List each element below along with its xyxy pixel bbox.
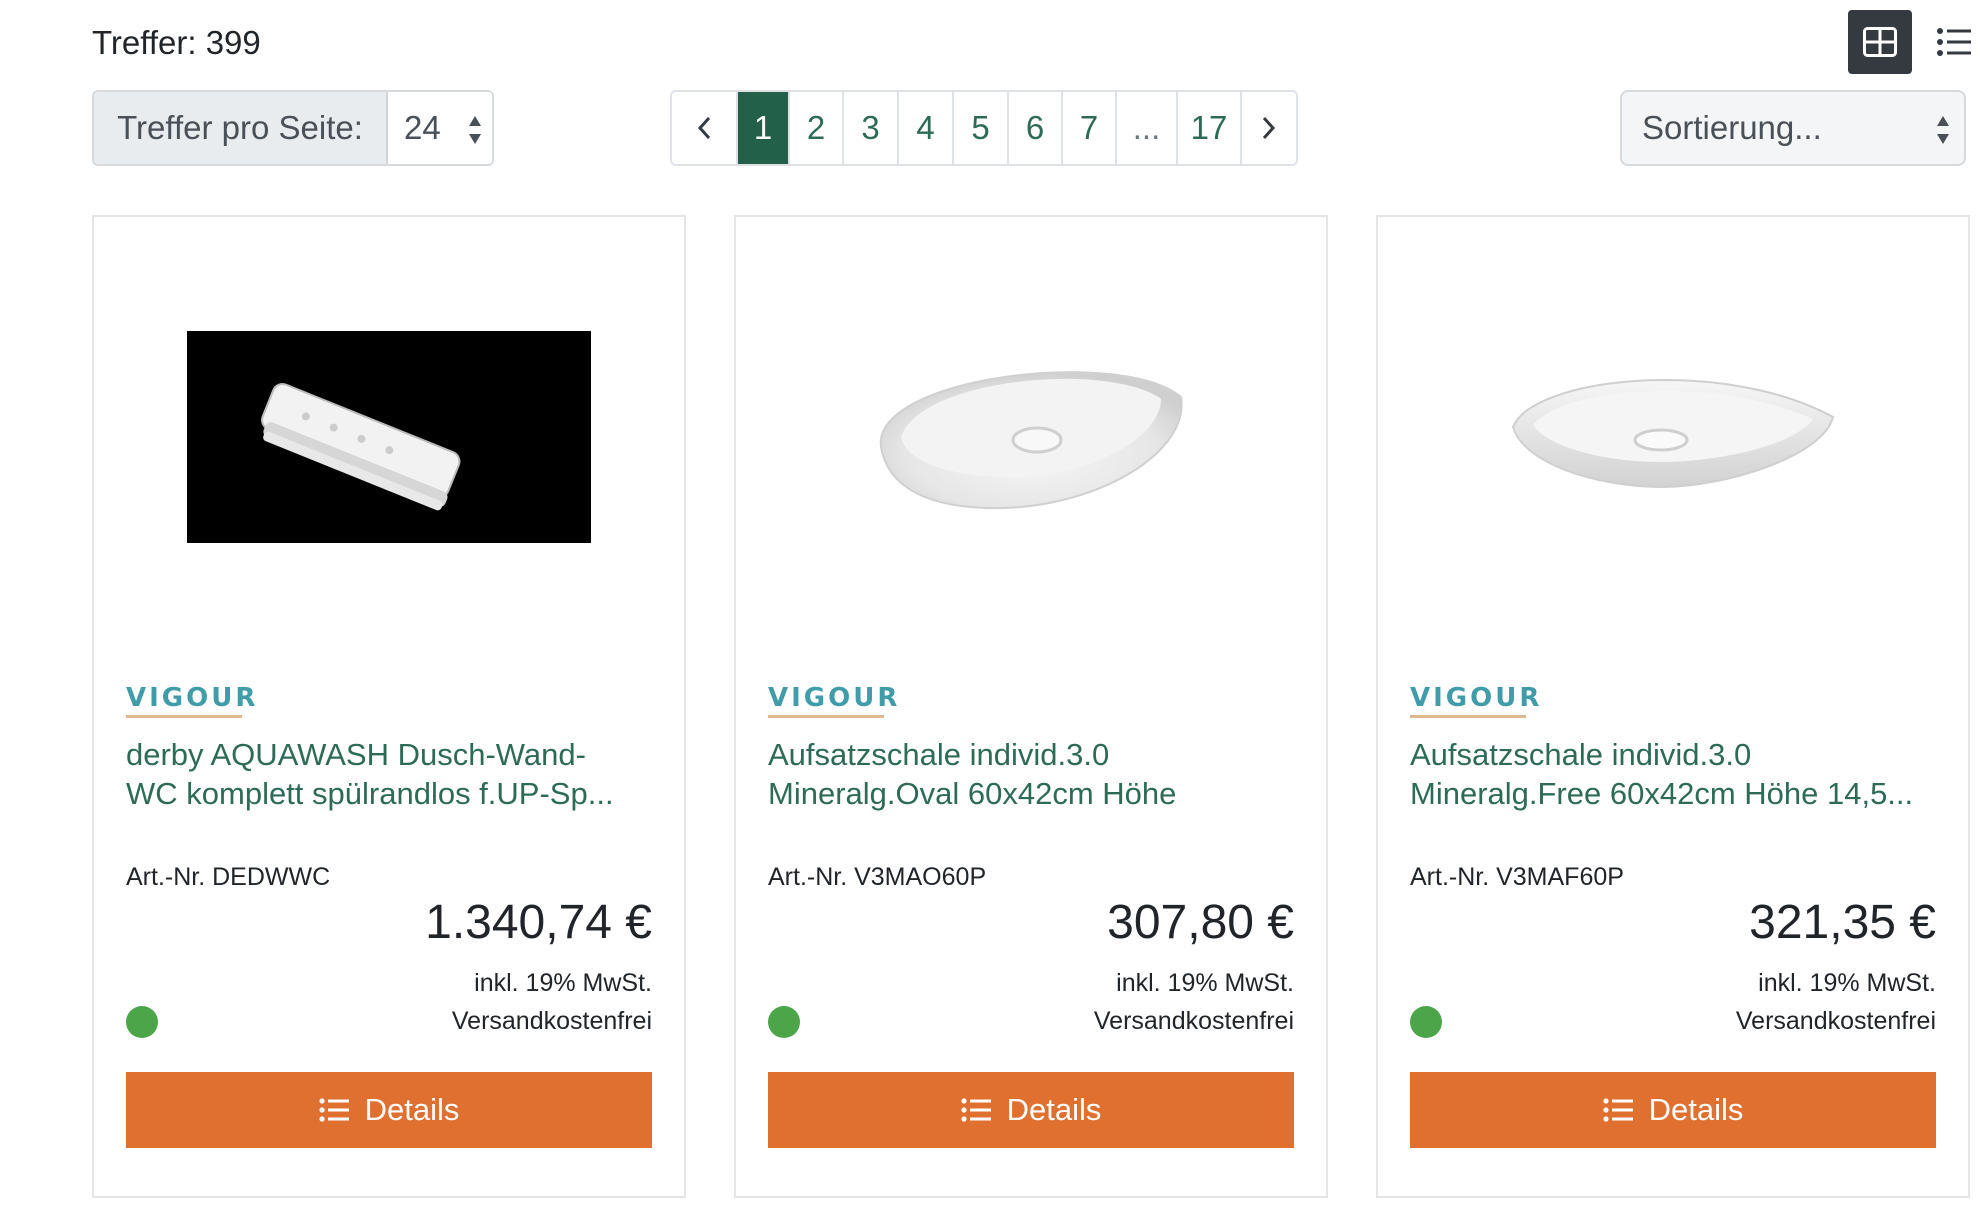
product-image[interactable] [94, 217, 684, 657]
select-arrows-icon [469, 116, 481, 144]
list-icon [961, 1098, 991, 1122]
product-price: 1.340,74 € [425, 896, 652, 949]
details-button[interactable]: Details [126, 1072, 652, 1148]
brand-tagline-line [126, 715, 242, 718]
chevron-left-icon [697, 116, 711, 140]
grid-view-button[interactable] [1848, 10, 1912, 74]
pagination-prev-button[interactable] [672, 92, 738, 164]
page-3[interactable]: 3 [844, 92, 899, 164]
shipping-note: Versandkostenfrei [451, 1007, 652, 1035]
product-price: 307,80 € [1107, 896, 1294, 949]
page-17[interactable]: 17 [1178, 92, 1242, 164]
view-toggle [1848, 10, 1986, 74]
per-page-control: Treffer pro Seite: 24 [92, 90, 494, 166]
product-sku: Art.-Nr. DEDWWC [126, 863, 331, 891]
product-title-line: Aufsatzschale individ.3.0 [1410, 737, 1752, 772]
page-5[interactable]: 5 [954, 92, 1009, 164]
product-listing-page: Treffer: 399 Treffer pro Seite: 24 1 2 3… [0, 0, 1986, 1208]
brand-tagline-line [768, 715, 884, 718]
in-stock-indicator [768, 1006, 800, 1038]
product-card[interactable]: VIGOUR Aufsatzschale individ.3.0 Mineral… [1376, 215, 1970, 1198]
sort-placeholder: Sortierung... [1642, 109, 1822, 146]
pagination: 1 2 3 4 5 6 7 ... 17 [670, 90, 1298, 166]
results-count: Treffer: 399 [92, 24, 261, 61]
brand-name: VIGOUR [126, 683, 259, 713]
oval-washbasin-image [879, 371, 1183, 510]
brand-logo[interactable]: VIGOUR [768, 683, 900, 718]
product-sku: Art.-Nr. V3MAO60P [768, 863, 987, 891]
shipping-note: Versandkostenfrei [1093, 1007, 1294, 1035]
details-button[interactable]: Details [768, 1072, 1294, 1148]
list-view-icon [1937, 28, 1971, 56]
page-6[interactable]: 6 [1009, 92, 1063, 164]
page-2[interactable]: 2 [790, 92, 844, 164]
per-page-value: 24 [404, 109, 441, 146]
vat-note: inkl. 19% MwSt. [474, 969, 652, 997]
list-icon [319, 1098, 349, 1122]
product-title-line: Aufsatzschale individ.3.0 [768, 737, 1110, 772]
vat-note: inkl. 19% MwSt. [1116, 969, 1294, 997]
brand-tagline-line [1410, 715, 1526, 718]
in-stock-indicator [126, 1006, 158, 1038]
remote-control-image [187, 331, 591, 543]
details-button-label: Details [364, 1092, 460, 1127]
select-arrows-icon [1937, 116, 1949, 144]
page-1[interactable]: 1 [738, 92, 790, 164]
grid-view-icon [1863, 27, 1897, 57]
product-title[interactable]: Aufsatzschale individ.3.0 Mineralg.Free … [1410, 735, 1940, 813]
sort-select[interactable]: Sortierung... [1620, 90, 1966, 166]
product-card[interactable]: VIGOUR Aufsatzschale individ.3.0 Mineral… [734, 215, 1328, 1198]
brand-name: VIGOUR [1410, 683, 1543, 713]
shipping-note: Versandkostenfrei [1735, 1007, 1936, 1035]
page-7[interactable]: 7 [1063, 92, 1117, 164]
brand-name: VIGOUR [768, 683, 901, 713]
product-title-line: derby AQUAWASH Dusch-Wand- [126, 737, 586, 772]
brand-logo[interactable]: VIGOUR [1410, 683, 1542, 718]
product-title[interactable]: Aufsatzschale individ.3.0 Mineralg.Oval … [768, 735, 1298, 813]
details-button-label: Details [1006, 1092, 1102, 1127]
product-image[interactable] [736, 217, 1326, 657]
details-button-label: Details [1648, 1092, 1744, 1127]
product-price: 321,35 € [1749, 896, 1936, 949]
details-button[interactable]: Details [1410, 1072, 1936, 1148]
product-title-line: Mineralg.Oval 60x42cm Höhe [768, 776, 1177, 811]
product-image[interactable] [1378, 217, 1968, 657]
product-card[interactable]: VIGOUR derby AQUAWASH Dusch-Wand- WC kom… [92, 215, 686, 1198]
list-icon [1603, 1098, 1633, 1122]
per-page-select[interactable]: 24 [388, 92, 492, 164]
product-title-line: WC komplett spülrandlos f.UP-Sp... [126, 776, 614, 811]
pagination-next-button[interactable] [1242, 92, 1296, 164]
product-title[interactable]: derby AQUAWASH Dusch-Wand- WC komplett s… [126, 735, 656, 813]
product-title-line: Mineralg.Free 60x42cm Höhe 14,5... [1410, 776, 1914, 811]
brand-logo[interactable]: VIGOUR [126, 683, 258, 718]
product-sku: Art.-Nr. V3MAF60P [1410, 863, 1624, 891]
in-stock-indicator [1410, 1006, 1442, 1038]
page-4[interactable]: 4 [899, 92, 954, 164]
list-view-button[interactable] [1922, 10, 1986, 74]
freeform-washbasin-image [1511, 379, 1835, 489]
vat-note: inkl. 19% MwSt. [1758, 969, 1936, 997]
chevron-right-icon [1262, 116, 1276, 140]
per-page-label: Treffer pro Seite: [94, 92, 388, 164]
page-ellipsis: ... [1117, 92, 1178, 164]
